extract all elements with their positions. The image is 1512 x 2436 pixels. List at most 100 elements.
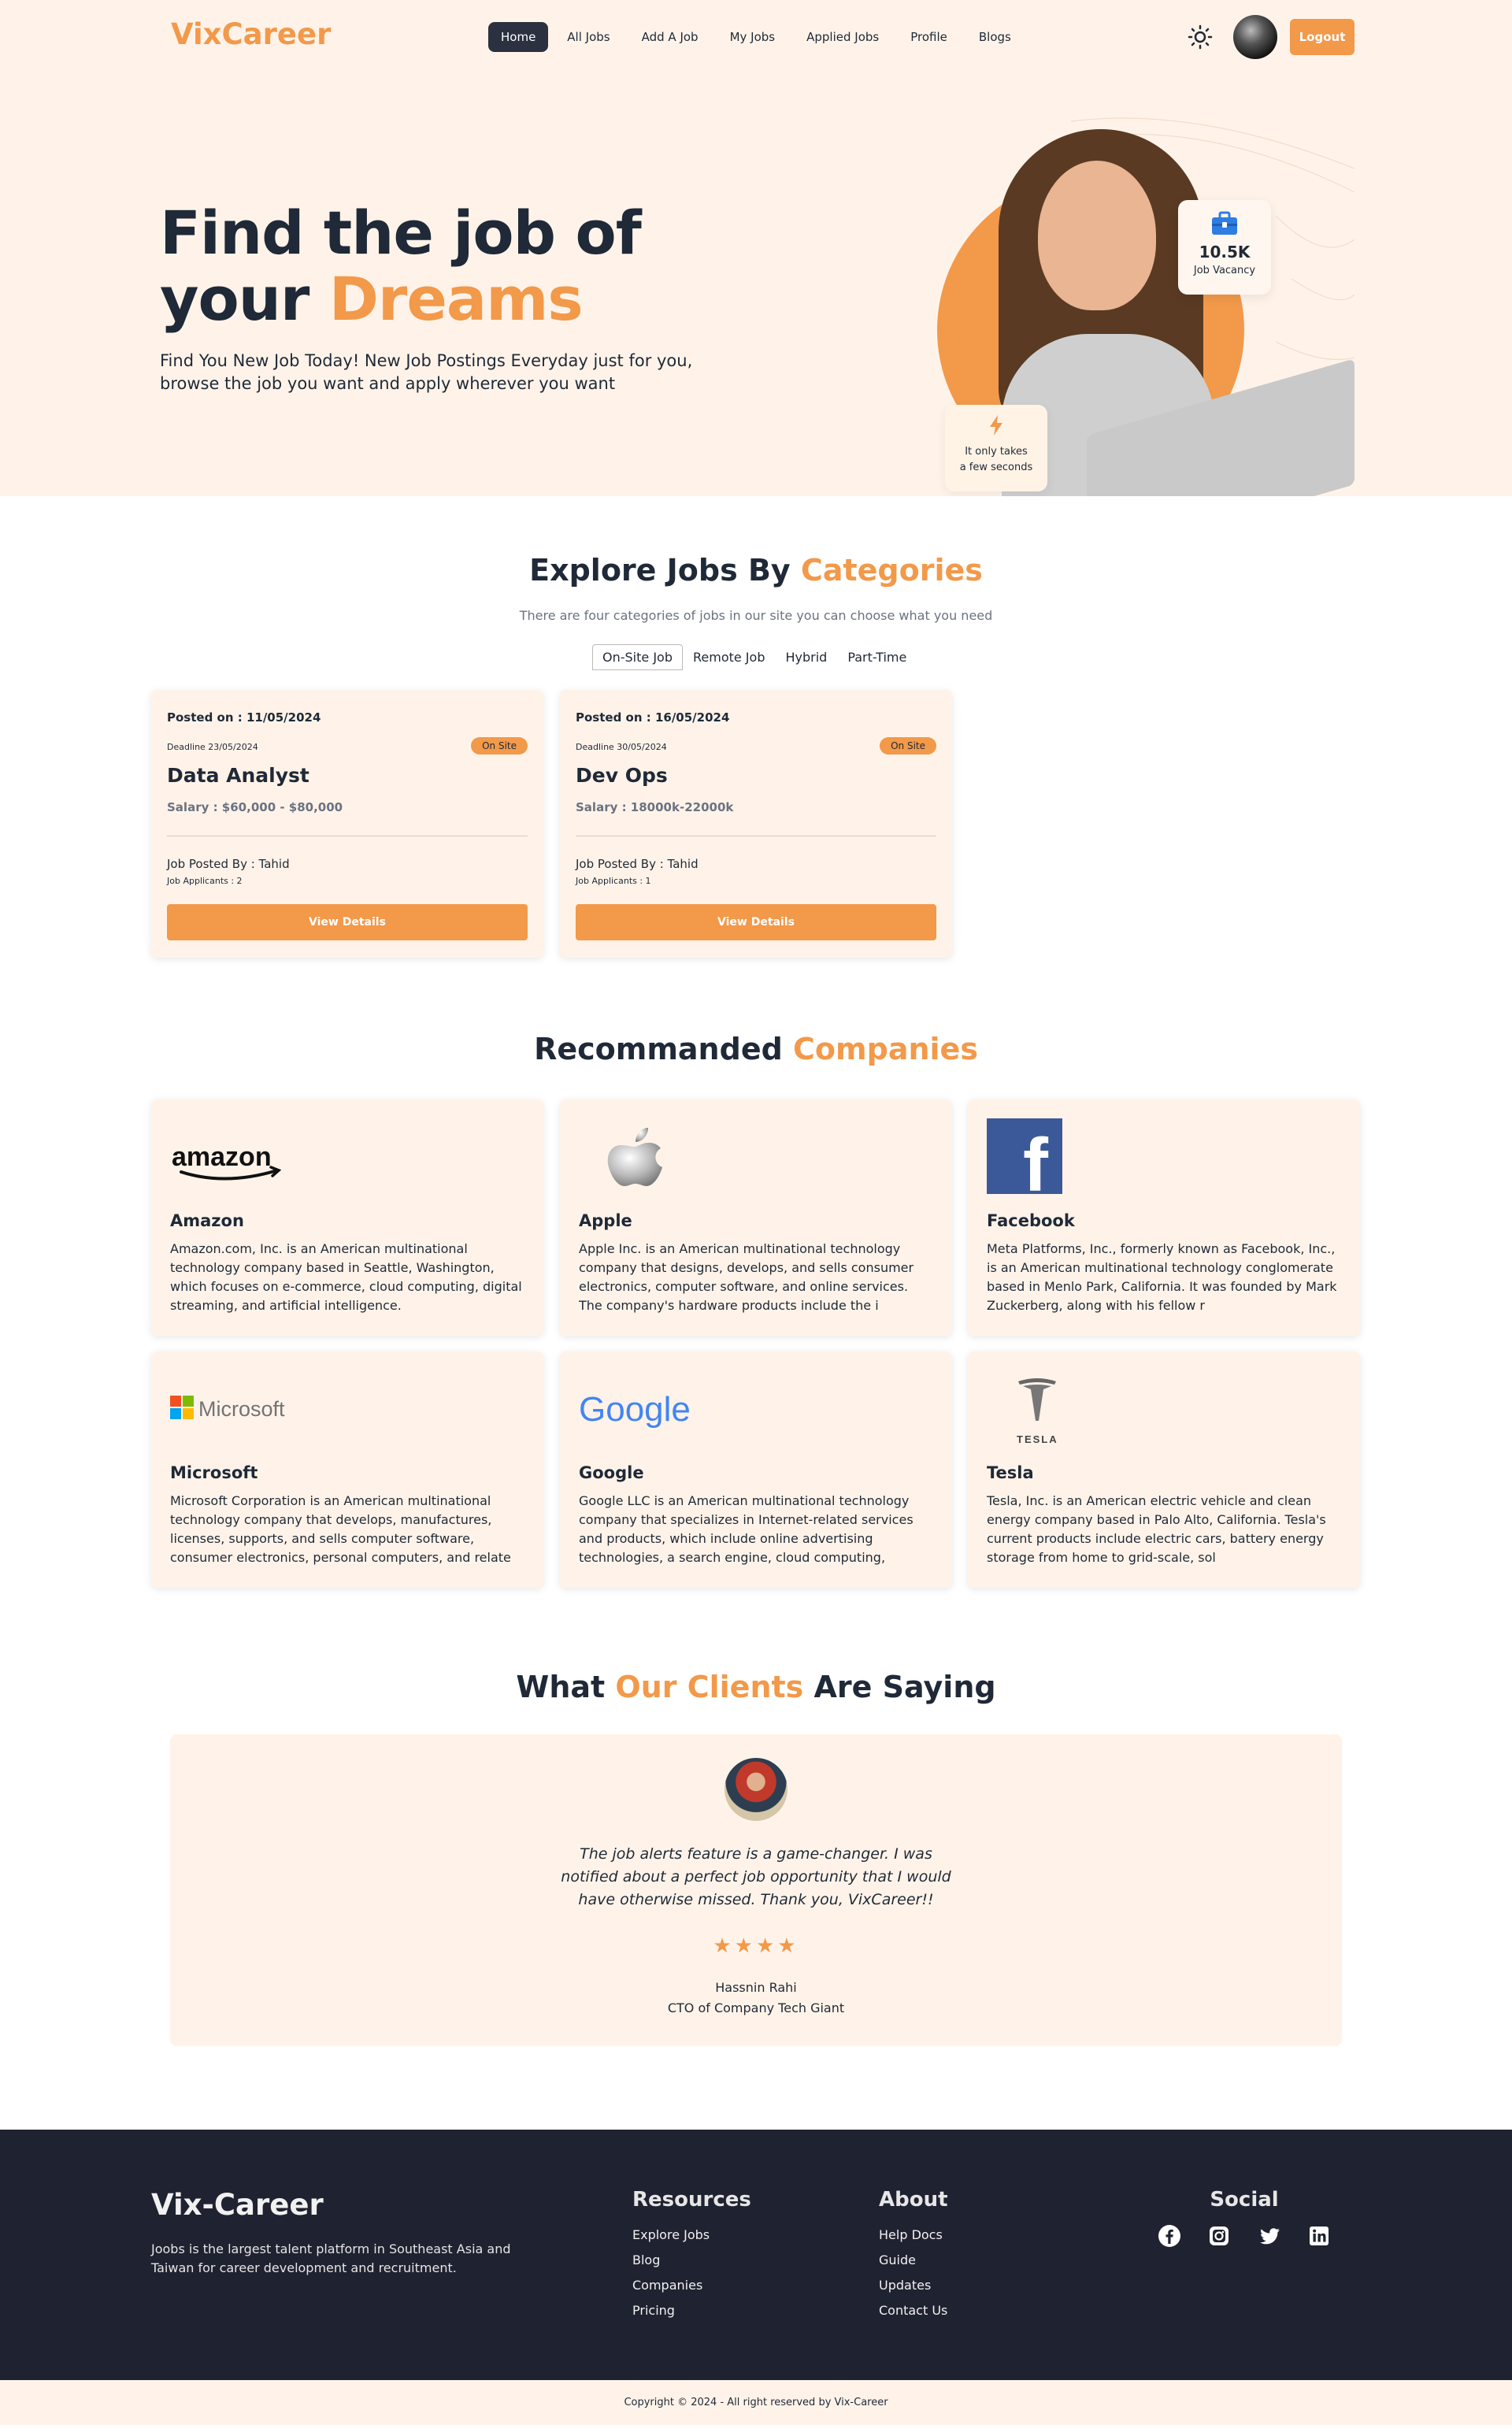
facebook-logo: f (987, 1118, 1062, 1194)
user-avatar[interactable] (1233, 15, 1277, 59)
copyright-bar: Copyright © 2024 - All right reserved by… (0, 2380, 1512, 2425)
nav-item-add-a-job[interactable]: Add A Job (629, 22, 711, 52)
job-vacancy-badge: 10.5K Job Vacancy (1178, 200, 1271, 295)
company-card-amazon[interactable]: amazon Amazon Amazon.com, Inc. is an Ame… (151, 1099, 543, 1336)
nav-item-blogs[interactable]: Blogs (966, 22, 1024, 52)
tab-part-time[interactable]: Part-Time (837, 644, 917, 670)
svg-text:TESLA: TESLA (1017, 1433, 1058, 1445)
categories-subtitle: There are four categories of jobs in our… (519, 608, 993, 623)
footer-brand[interactable]: Vix-Career (151, 2188, 324, 2222)
hero-subtitle: Find You New Job Today! New Job Postings… (160, 351, 693, 393)
job-applicants: Job Applicants : 1 (576, 876, 651, 886)
companies-title-accent: Companies (793, 1032, 978, 1066)
footer-link-blog[interactable]: Blog (632, 2248, 751, 2273)
category-tabs: On-Site Job Remote Job Hybrid Part-Time (592, 644, 917, 670)
company-name: Tesla (987, 1463, 1034, 1482)
testimonial-author-name: Hassnin Rahi (715, 1980, 797, 1995)
testimonials-section: What Our Clients Are Saying The job aler… (0, 1654, 1512, 2130)
tab-hybrid[interactable]: Hybrid (775, 644, 837, 670)
vacancy-count: 10.5K (1199, 243, 1251, 261)
footer-link-companies[interactable]: Companies (632, 2273, 751, 2298)
job-salary: Salary : 18000k-22000k (576, 800, 734, 814)
footer-link-updates[interactable]: Updates (879, 2273, 948, 2298)
testimonials-title-plain-end: Are Saying (803, 1670, 996, 1704)
company-card-facebook[interactable]: f Facebook Meta Platforms, Inc., formerl… (968, 1099, 1360, 1336)
amazon-logo: amazon (172, 1142, 282, 1181)
main-menu: Home All Jobs Add A Job My Jobs Applied … (488, 22, 1024, 52)
job-posted-by: Job Posted By : Tahid (576, 857, 699, 871)
job-card: Posted on : 11/05/2024 Deadline 23/05/20… (151, 690, 543, 958)
testimonial-avatar (724, 1758, 788, 1821)
testimonial-quote: The job alerts feature is a game-changer… (561, 1845, 951, 1908)
star-rating: ★★★★ (713, 1934, 799, 1958)
footer-social: Social (1158, 2188, 1331, 2248)
view-details-button[interactable]: View Details (167, 904, 528, 940)
nav-item-applied-jobs[interactable]: Applied Jobs (794, 22, 891, 52)
company-description: Google LLC is an American multinational … (579, 1493, 914, 1565)
company-name: Apple (579, 1211, 632, 1230)
svg-text:Google: Google (579, 1390, 691, 1429)
fast-apply-line1: It only takes (965, 446, 1028, 458)
logout-button[interactable]: Logout (1290, 19, 1354, 55)
footer-link-help-docs[interactable]: Help Docs (879, 2223, 948, 2248)
footer-about-text: Joobs is the largest talent platform in … (151, 2241, 511, 2275)
footer-link-contact-us[interactable]: Contact Us (879, 2298, 948, 2323)
briefcase-icon (1212, 211, 1237, 235)
theme-toggle-sun-icon[interactable] (1188, 24, 1213, 50)
svg-text:Microsoft: Microsoft (198, 1397, 285, 1421)
company-name: Microsoft (170, 1463, 258, 1482)
job-type-badge: On Site (880, 737, 936, 755)
company-description: Apple Inc. is an American multinational … (579, 1241, 914, 1313)
job-deadline: Deadline 30/05/2024 (576, 742, 667, 752)
categories-title-accent: Categories (800, 553, 983, 588)
hero-title-line1: Find the job of (160, 198, 642, 268)
instagram-icon[interactable] (1207, 2224, 1231, 2248)
navbar: VixCareer Home All Jobs Add A Job My Job… (0, 0, 1512, 74)
view-details-button[interactable]: View Details (576, 904, 936, 940)
footer-link-guide[interactable]: Guide (879, 2248, 948, 2273)
footer-link-explore-jobs[interactable]: Explore Jobs (632, 2223, 751, 2248)
tab-on-site-job[interactable]: On-Site Job (592, 644, 683, 670)
facebook-icon[interactable] (1158, 2224, 1181, 2248)
footer-link-pricing[interactable]: Pricing (632, 2298, 751, 2323)
nav-item-my-jobs[interactable]: My Jobs (717, 22, 788, 52)
microsoft-logo: Microsoft (170, 1396, 285, 1421)
companies-title-plain: Recommanded (534, 1032, 794, 1066)
company-card-tesla[interactable]: TESLA Tesla Tesla, Inc. is an American e… (968, 1351, 1360, 1588)
companies-title: Recommanded Companies (0, 1032, 1512, 1066)
brand-logo[interactable]: VixCareer (171, 17, 331, 51)
nav-item-profile[interactable]: Profile (898, 22, 960, 52)
company-name: Facebook (987, 1211, 1075, 1230)
company-card-google[interactable]: Google Google Google LLC is an American … (560, 1351, 952, 1588)
nav-item-home[interactable]: Home (488, 22, 549, 52)
twitter-icon[interactable] (1258, 2224, 1281, 2248)
hero-title: Find the job of your Dreams (160, 198, 642, 332)
tab-remote-job[interactable]: Remote Job (683, 644, 775, 670)
categories-section: Explore Jobs By Categories There are fou… (0, 496, 1512, 1019)
testimonials-title: What Our Clients Are Saying (0, 1670, 1512, 1704)
nav-item-all-jobs[interactable]: All Jobs (554, 22, 622, 52)
categories-title: Explore Jobs By Categories (0, 553, 1512, 588)
job-posted-date: Posted on : 16/05/2024 (576, 710, 730, 725)
svg-text:amazon: amazon (172, 1142, 272, 1172)
fast-apply-badge: It only takes a few seconds (945, 405, 1047, 491)
job-title: Data Analyst (167, 764, 309, 787)
footer-social-title: Social (1210, 2188, 1279, 2212)
company-name: Amazon (170, 1211, 244, 1230)
testimonial-card: The job alerts feature is a game-changer… (170, 1734, 1342, 2046)
footer-resources: Resources Explore Jobs Blog Companies Pr… (632, 2188, 751, 2323)
footer-about-title: About (879, 2188, 948, 2212)
companies-section: Recommanded Companies amazon Amazon Amaz… (0, 1019, 1512, 1654)
company-card-microsoft[interactable]: Microsoft Microsoft Microsoft Corporatio… (151, 1351, 543, 1588)
job-type-badge: On Site (471, 737, 528, 755)
testimonial-author-role: CTO of Company Tech Giant (667, 2000, 845, 2015)
job-posted-date: Posted on : 11/05/2024 (167, 710, 321, 725)
google-logo: Google (579, 1390, 691, 1429)
hero-section: Find the job of your Dreams Find You New… (0, 74, 1512, 496)
footer-resources-title: Resources (632, 2188, 751, 2212)
job-salary: Salary : $60,000 - $80,000 (167, 800, 343, 814)
company-description: Tesla, Inc. is an American electric vehi… (987, 1493, 1326, 1565)
linkedin-icon[interactable] (1307, 2224, 1331, 2248)
company-card-apple[interactable]: Apple Apple Inc. is an American multinat… (560, 1099, 952, 1336)
social-icons (1158, 2224, 1331, 2248)
